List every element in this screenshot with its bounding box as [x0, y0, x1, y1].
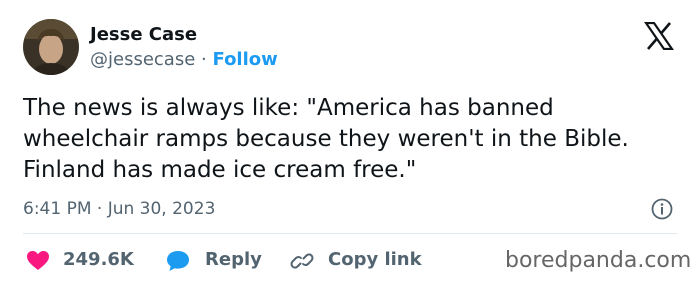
tweet-text: The news is always like: "America has ba…	[23, 95, 629, 183]
author-handle-row: @jessecase · Follow	[90, 49, 278, 71]
like-button[interactable]: 249.6K	[26, 247, 141, 273]
tweet-timestamp[interactable]: 6:41 PM · Jun 30, 2023	[23, 199, 215, 219]
heart-icon	[27, 251, 49, 270]
author-display-name[interactable]: Jesse Case	[90, 24, 197, 46]
avatar[interactable]	[23, 19, 79, 75]
reply-label: Reply	[205, 249, 262, 270]
link-icon	[290, 253, 314, 269]
watermark: boredpanda.com	[505, 248, 692, 273]
speech-bubble-icon	[167, 251, 189, 271]
reply-button[interactable]: Reply	[166, 247, 266, 273]
follow-button[interactable]: Follow	[213, 49, 278, 70]
copy-link-label: Copy link	[328, 249, 422, 270]
x-logo-icon[interactable]	[643, 21, 675, 51]
divider	[23, 233, 677, 234]
like-count: 249.6K	[63, 249, 134, 270]
author-handle[interactable]: @jessecase	[90, 49, 195, 70]
copy-link-button[interactable]: Copy link	[290, 247, 430, 273]
info-icon[interactable]	[651, 198, 673, 220]
handle-separator: ·	[201, 49, 207, 70]
